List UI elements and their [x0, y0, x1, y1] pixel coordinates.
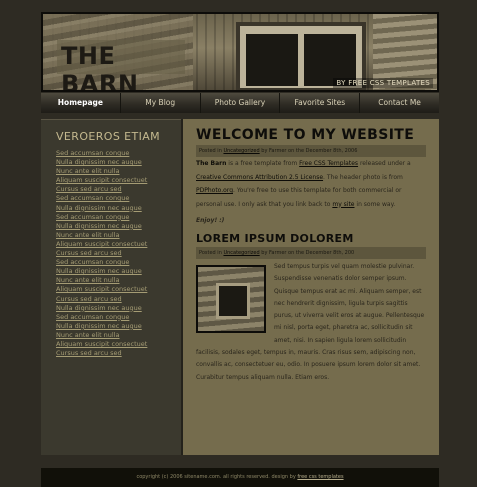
- sidebar-link[interactable]: Sed accumsan congue: [56, 194, 181, 203]
- post-title: WELCOME TO MY WEBSITE: [196, 127, 415, 143]
- sidebar-title: VEROEROS ETIAM: [56, 130, 161, 143]
- post-meta: Posted in Uncategorized by Farmer on the…: [196, 145, 426, 157]
- sidebar-link[interactable]: Nulla dignissim nec augue: [56, 304, 181, 313]
- sidebar-link[interactable]: Cursus sed arcu sed: [56, 349, 181, 358]
- site-title: THE BARN: [57, 40, 185, 90]
- sidebar-link[interactable]: Nulla dignissim nec augue: [56, 204, 181, 213]
- nav-photo-gallery[interactable]: Photo Gallery: [201, 93, 281, 113]
- sidebar-link[interactable]: Cursus sed arcu sed: [56, 295, 181, 304]
- sidebar-link[interactable]: Cursus sed arcu sed: [56, 249, 181, 258]
- nav-contact-me[interactable]: Contact Me: [360, 93, 439, 113]
- sidebar-link[interactable]: Cursus sed arcu sed: [56, 185, 181, 194]
- main-nav: Homepage My Blog Photo Gallery Favorite …: [41, 93, 439, 113]
- post-title: LOREM IPSUM DOLOREM: [196, 232, 354, 245]
- sidebar-link[interactable]: Aliquam suscipit consectuet: [56, 176, 181, 185]
- nav-favorite-sites[interactable]: Favorite Sites: [280, 93, 361, 113]
- sidebar-link[interactable]: Nunc ante elit nulla: [56, 167, 181, 176]
- sidebar-link[interactable]: Sed accumsan congue: [56, 258, 181, 267]
- sidebar: VEROEROS ETIAM Sed accumsan congue Nulla …: [41, 119, 181, 455]
- sidebar-link[interactable]: Nulla dignissim nec augue: [56, 322, 181, 331]
- footer: copyright (c) 2006 sitename.com. all rig…: [41, 468, 439, 487]
- sidebar-link[interactable]: Sed accumsan congue: [56, 313, 181, 322]
- sidebar-link[interactable]: Aliquam suscipit consectuet: [56, 240, 181, 249]
- sidebar-link[interactable]: Nunc ante elit nulla: [56, 231, 181, 240]
- sidebar-link[interactable]: Nulla dignissim nec augue: [56, 267, 181, 276]
- nav-my-blog[interactable]: My Blog: [121, 93, 201, 113]
- post-body: Sed tempus turpis vel quam molestie pulv…: [196, 263, 425, 381]
- footer-design-link[interactable]: free css templates: [297, 474, 343, 480]
- sidebar-link[interactable]: Aliquam suscipit consectuet: [56, 340, 181, 349]
- category-link[interactable]: Uncategorized: [223, 148, 259, 154]
- sidebar-link[interactable]: Nunc ante elit nulla: [56, 331, 181, 340]
- sidebar-link-list: Sed accumsan congue Nulla dignissim nec a…: [56, 149, 181, 358]
- post-thumbnail-image: [196, 265, 266, 333]
- nav-homepage[interactable]: Homepage: [41, 93, 121, 113]
- category-link[interactable]: Uncategorized: [223, 250, 259, 256]
- enjoy-text: Enjoy! :): [196, 217, 225, 224]
- site-title-text: THE BARN: [61, 42, 139, 92]
- main-content: WELCOME TO MY WEBSITE Posted in Uncatego…: [181, 119, 439, 455]
- sidebar-link[interactable]: Sed accumsan congue: [56, 213, 181, 222]
- header-banner: THE BARN BY FREE CSS TEMPLATES: [41, 12, 439, 92]
- post-meta: Posted in Uncategorized by Farmer on the…: [196, 247, 426, 259]
- my-site-link[interactable]: my site: [332, 201, 354, 208]
- site-subtitle: BY FREE CSS TEMPLATES: [333, 78, 433, 88]
- sidebar-link[interactable]: Nulla dignissim nec augue: [56, 222, 181, 231]
- sidebar-link[interactable]: Aliquam suscipit consectuet: [56, 285, 181, 294]
- license-link[interactable]: Creative Commons Attribution 2.5 License: [196, 174, 323, 181]
- pdphoto-link[interactable]: PDPhoto.org: [196, 187, 233, 194]
- sidebar-link[interactable]: Nulla dignissim nec augue: [56, 158, 181, 167]
- sidebar-link[interactable]: Sed accumsan congue: [56, 149, 181, 158]
- free-css-templates-link[interactable]: Free CSS Templates: [299, 160, 358, 167]
- post-body: The Barn is a free template from Free CS…: [196, 160, 411, 208]
- sidebar-link[interactable]: Nunc ante elit nulla: [56, 276, 181, 285]
